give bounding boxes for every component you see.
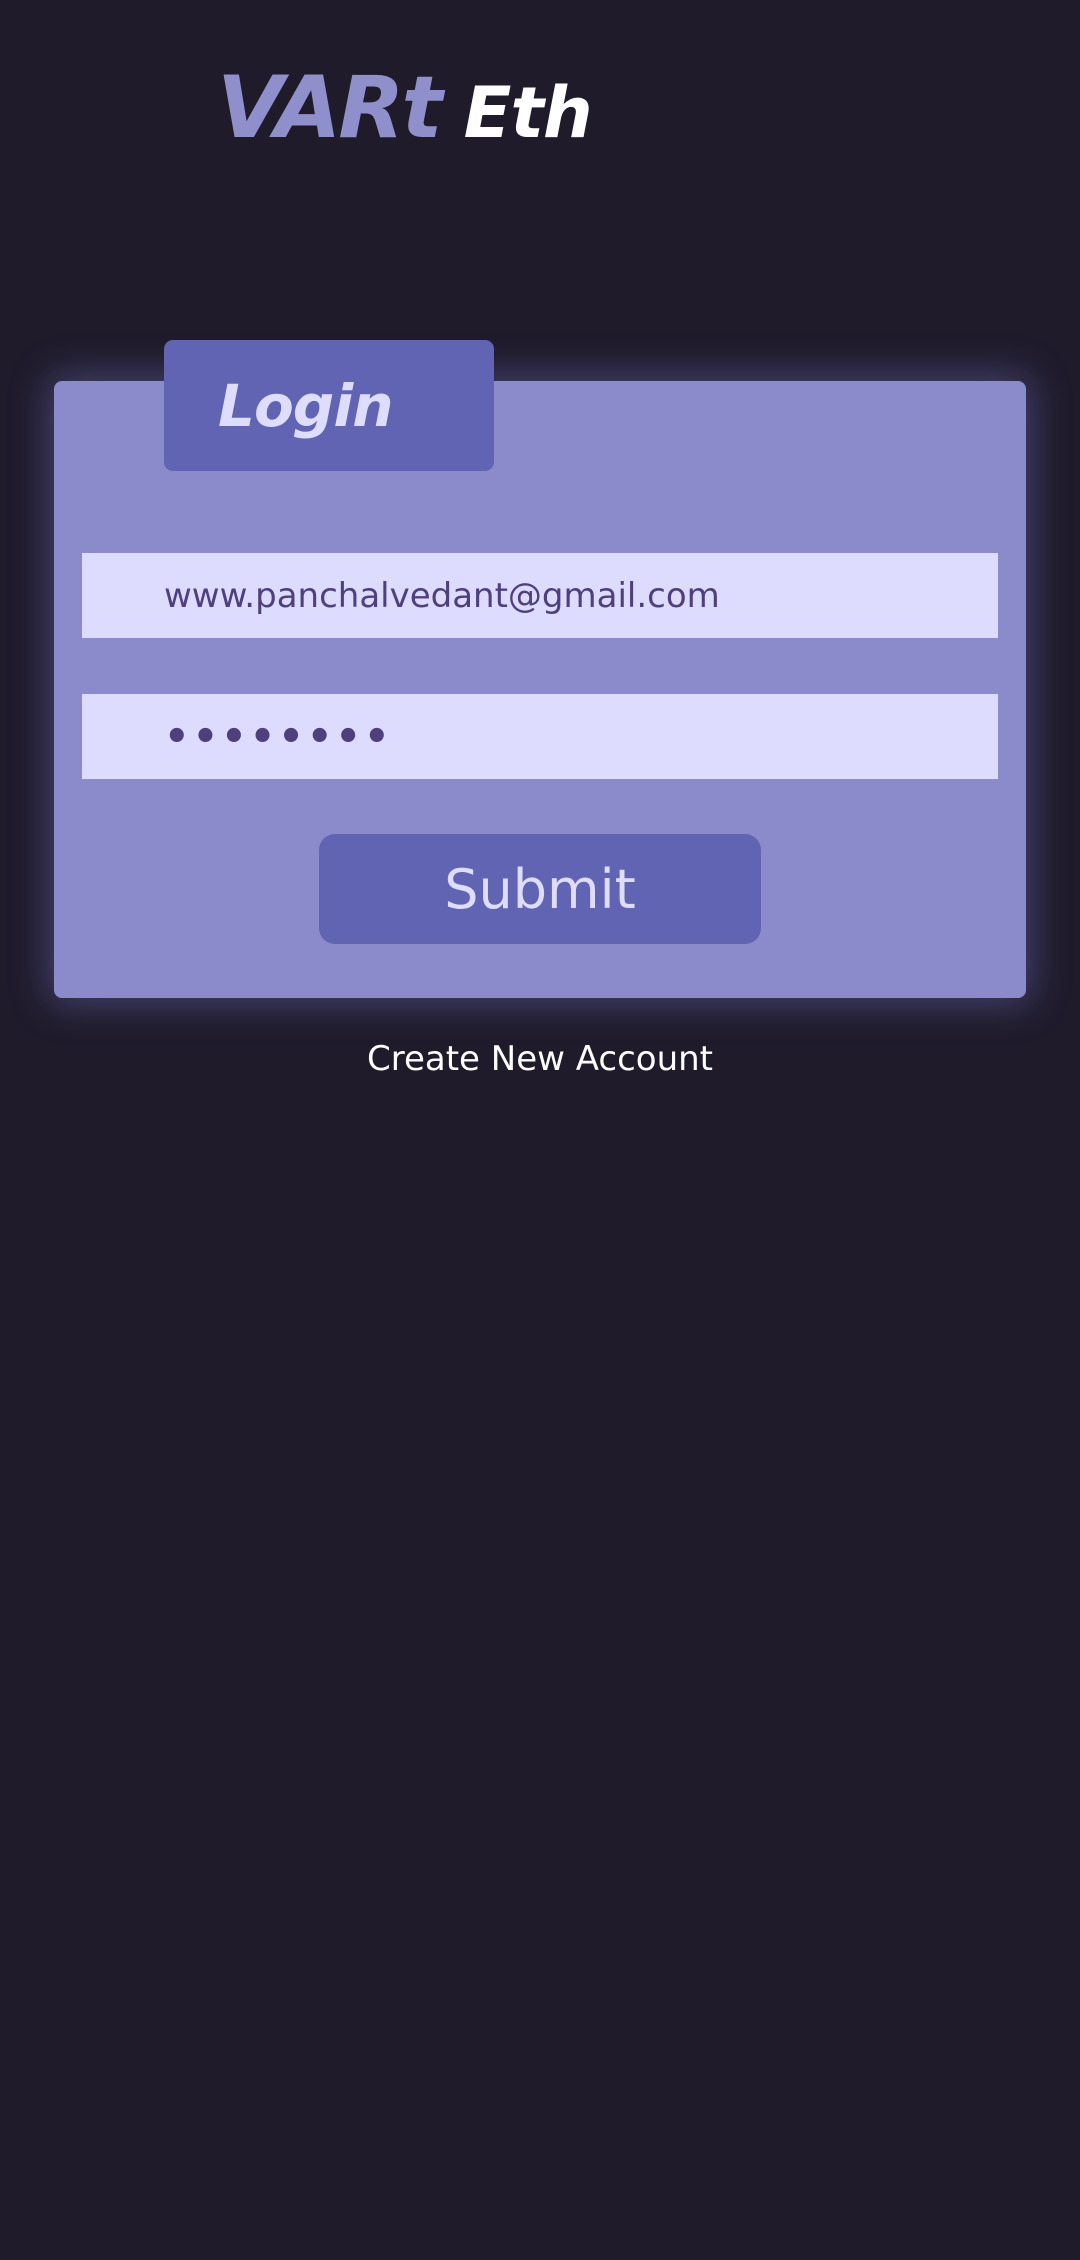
password-value: ••••••••: [164, 713, 393, 760]
app-logo: VARt Eth: [217, 58, 593, 158]
logo-name: VARt: [217, 58, 443, 158]
email-field[interactable]: www.panchalvedant@gmail.com: [82, 553, 998, 638]
submit-button[interactable]: Submit: [319, 834, 761, 944]
email-value: www.panchalvedant@gmail.com: [164, 575, 720, 616]
login-title: Login: [218, 371, 393, 440]
submit-label: Submit: [444, 857, 636, 921]
logo-suffix: Eth: [463, 72, 593, 154]
password-field[interactable]: ••••••••: [82, 694, 998, 779]
login-header-tab: Login: [164, 340, 494, 471]
create-account-link[interactable]: Create New Account: [0, 1039, 1080, 1079]
